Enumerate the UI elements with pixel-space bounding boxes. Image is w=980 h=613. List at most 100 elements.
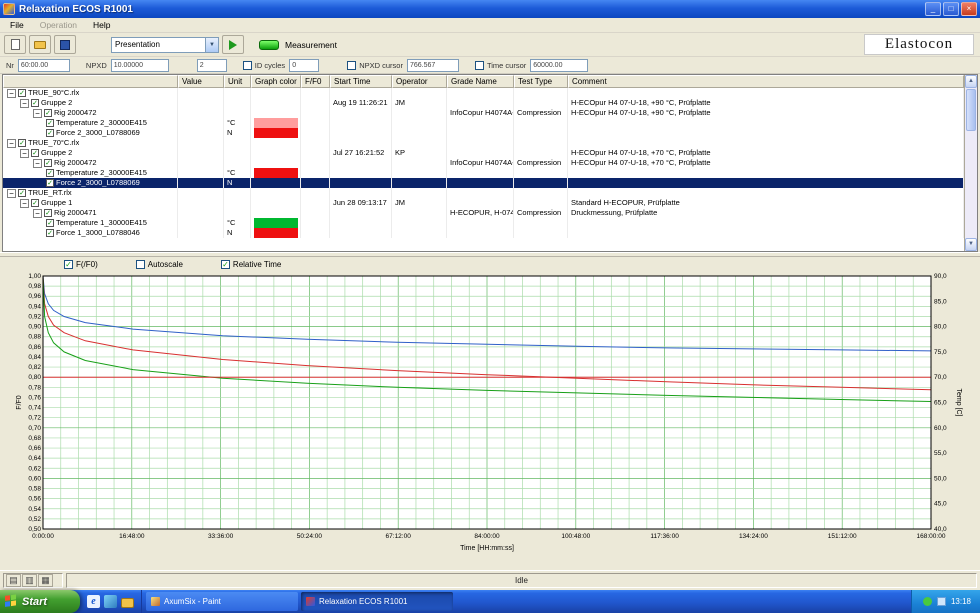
folder-icon[interactable] — [121, 598, 134, 608]
table-row[interactable]: ✓Temperature 2_30000E415°C — [3, 118, 964, 128]
npxd-cursor-checkbox[interactable]: NPXD cursor — [347, 61, 403, 70]
nr-input[interactable] — [18, 59, 70, 72]
chart-option-relative-time[interactable]: ✓Relative Time — [221, 260, 281, 269]
scroll-up-icon[interactable]: ▲ — [965, 75, 977, 88]
time-cursor-checkbox[interactable]: Time cursor — [475, 61, 526, 70]
column-header[interactable]: Graph color — [251, 75, 301, 88]
table-row[interactable]: −✓TRUE_RT.rlx — [3, 188, 964, 198]
internet-explorer-icon[interactable]: e — [87, 595, 100, 608]
row-checkbox[interactable]: ✓ — [46, 129, 54, 137]
id-cycles-checkbox[interactable]: ID cycles — [243, 61, 285, 70]
expander-icon[interactable]: − — [7, 139, 16, 148]
row-checkbox[interactable]: ✓ — [46, 219, 54, 227]
row-checkbox[interactable]: ✓ — [31, 199, 39, 207]
expander-icon[interactable]: − — [33, 159, 42, 168]
column-header[interactable]: Grade Name — [447, 75, 514, 88]
new-button[interactable] — [4, 35, 26, 54]
table-row[interactable]: −✓Gruppe 2Aug 19 11:26:21JMH-ECOpur H4 0… — [3, 98, 964, 108]
column-header[interactable]: Value — [178, 75, 224, 88]
small-value-input[interactable] — [197, 59, 227, 72]
start-button-label: Start — [22, 596, 47, 608]
expander-icon[interactable]: − — [33, 109, 42, 118]
table-row[interactable]: ✓Temperature 2_30000E415°C — [3, 168, 964, 178]
cell-start — [330, 218, 392, 228]
row-checkbox[interactable]: ✓ — [46, 169, 54, 177]
open-button[interactable] — [29, 35, 51, 54]
column-header[interactable]: Start Time — [330, 75, 392, 88]
grid-view-button[interactable]: ▦ — [38, 574, 53, 587]
start-measurement-button[interactable] — [222, 35, 244, 54]
row-checkbox[interactable]: ✓ — [18, 89, 26, 97]
row-checkbox[interactable]: ✓ — [18, 189, 26, 197]
time-cursor-input[interactable] — [530, 59, 588, 72]
view-toggle-group: ▤ ▥ ▦ — [3, 573, 63, 588]
id-cycles-input[interactable] — [289, 59, 319, 72]
table-row[interactable]: −✓Gruppe 2Jul 27 16:21:52KPH-ECOpur H4 0… — [3, 148, 964, 158]
maximize-button[interactable]: □ — [943, 2, 959, 16]
scroll-down-icon[interactable]: ▼ — [965, 238, 977, 251]
npxd-cursor-input[interactable] — [407, 59, 459, 72]
cell-grade — [447, 228, 514, 238]
menu-item-help[interactable]: Help — [85, 19, 118, 31]
expander-icon[interactable]: − — [7, 89, 16, 98]
row-checkbox[interactable]: ✓ — [31, 99, 39, 107]
expander-icon[interactable]: − — [7, 189, 16, 198]
start-button[interactable]: Start — [0, 590, 80, 613]
column-header[interactable]: Test Type — [514, 75, 568, 88]
table-row[interactable]: −✓Rig 2000471H-ECOPUR, H-074-UCompressio… — [3, 208, 964, 218]
column-header[interactable]: F/F0 — [301, 75, 330, 88]
antivirus-tray-icon[interactable] — [923, 597, 932, 606]
table-row[interactable]: −✓Rig 2000472InfoCopur H4074A-NECompress… — [3, 108, 964, 118]
table-row[interactable]: ✓Temperature 1_30000E415°C — [3, 218, 964, 228]
scrollbar-thumb[interactable] — [966, 89, 976, 131]
table-row[interactable]: −✓Rig 2000472InfoCopur H4074A-NECompress… — [3, 158, 964, 168]
table-row[interactable]: ✓Force 1_3000_L0788046N — [3, 228, 964, 238]
task-button[interactable]: AxumSix - Paint — [146, 592, 298, 611]
table-row[interactable]: ✓Force 2_3000_L0788069N — [3, 128, 964, 138]
expander-icon[interactable]: − — [20, 149, 29, 158]
table-row[interactable]: ✓Force 2_3000_L0788069N — [3, 178, 964, 188]
show-desktop-icon[interactable] — [104, 595, 117, 608]
row-checkbox[interactable]: ✓ — [46, 229, 54, 237]
chart-option-autoscale[interactable]: Autoscale — [136, 260, 183, 269]
table-view-button[interactable]: ▤ — [6, 574, 21, 587]
column-header[interactable]: Unit — [224, 75, 251, 88]
cell-swatch — [251, 138, 301, 148]
row-checkbox[interactable]: ✓ — [44, 109, 52, 117]
cell-testtype — [514, 128, 568, 138]
split-view-button[interactable]: ▥ — [22, 574, 37, 587]
network-tray-icon[interactable] — [937, 597, 946, 606]
cell-value — [178, 128, 224, 138]
svg-text:0,68: 0,68 — [28, 435, 41, 442]
column-header[interactable]: Comment — [568, 75, 964, 88]
menu-item-operation[interactable]: Operation — [32, 19, 85, 31]
minimize-button[interactable]: _ — [925, 2, 941, 16]
row-label: TRUE_90°C.rlx — [28, 88, 79, 98]
expander-icon[interactable]: − — [20, 199, 29, 208]
row-checkbox[interactable]: ✓ — [31, 149, 39, 157]
table-row[interactable]: −✓TRUE_70°C.rlx — [3, 138, 964, 148]
chart-option-label: Relative Time — [233, 260, 281, 269]
menu-item-file[interactable]: File — [2, 19, 32, 31]
row-checkbox[interactable]: ✓ — [44, 159, 52, 167]
svg-text:85,0: 85,0 — [934, 298, 947, 305]
expander-icon[interactable]: − — [20, 99, 29, 108]
task-button[interactable]: Relaxation ECOS R1001 — [301, 592, 453, 611]
cell-operator — [392, 178, 447, 188]
column-header[interactable]: Operator — [392, 75, 447, 88]
row-checkbox[interactable]: ✓ — [46, 179, 54, 187]
table-row[interactable]: −✓Gruppe 1Jun 28 09:13:17JMStandard H-EC… — [3, 198, 964, 208]
close-button[interactable]: × — [961, 2, 977, 16]
row-checkbox[interactable]: ✓ — [44, 209, 52, 217]
save-button[interactable] — [54, 35, 76, 54]
npxd-input[interactable] — [111, 59, 169, 72]
row-checkbox[interactable]: ✓ — [46, 119, 54, 127]
table-row[interactable]: −✓TRUE_90°C.rlx — [3, 88, 964, 98]
chart-option-f-f0[interactable]: ✓F(/F0) — [64, 260, 98, 269]
row-checkbox[interactable]: ✓ — [18, 139, 26, 147]
column-header[interactable] — [3, 75, 178, 88]
expander-icon[interactable]: − — [33, 209, 42, 218]
svg-text:33:36:00: 33:36:00 — [208, 533, 234, 540]
preset-dropdown[interactable]: Presentation ▼ — [111, 37, 219, 53]
table-scrollbar[interactable]: ▲ ▼ — [964, 75, 977, 251]
